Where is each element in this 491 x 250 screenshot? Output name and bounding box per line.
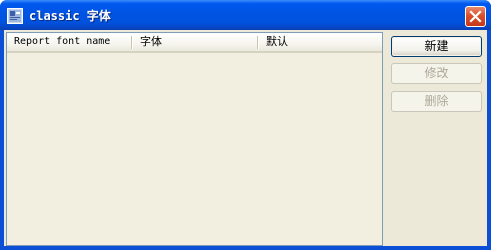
edit-button[interactable]: 修改: [391, 63, 482, 84]
app-window-icon[interactable]: [7, 8, 23, 24]
column-divider[interactable]: [131, 36, 132, 49]
column-header-default[interactable]: 默认: [259, 33, 382, 51]
dialog-client-area: Report font name 字体 默认 新建 修改 删除: [4, 30, 487, 246]
new-button[interactable]: 新建: [391, 36, 482, 57]
column-divider[interactable]: [257, 36, 258, 49]
column-header-font[interactable]: 字体: [133, 33, 258, 51]
title-bar[interactable]: classic 字体: [0, 0, 491, 30]
dialog-window: classic 字体 Report font name 字体 默认 新建 修改 …: [0, 0, 491, 250]
font-list[interactable]: Report font name 字体 默认: [6, 32, 383, 246]
close-button[interactable]: [465, 6, 486, 27]
delete-button[interactable]: 删除: [391, 91, 482, 112]
close-icon: [469, 10, 482, 23]
column-header-report-font-name[interactable]: Report font name: [7, 33, 132, 51]
list-header: Report font name 字体 默认: [7, 33, 382, 53]
window-title: classic 字体: [29, 9, 111, 23]
